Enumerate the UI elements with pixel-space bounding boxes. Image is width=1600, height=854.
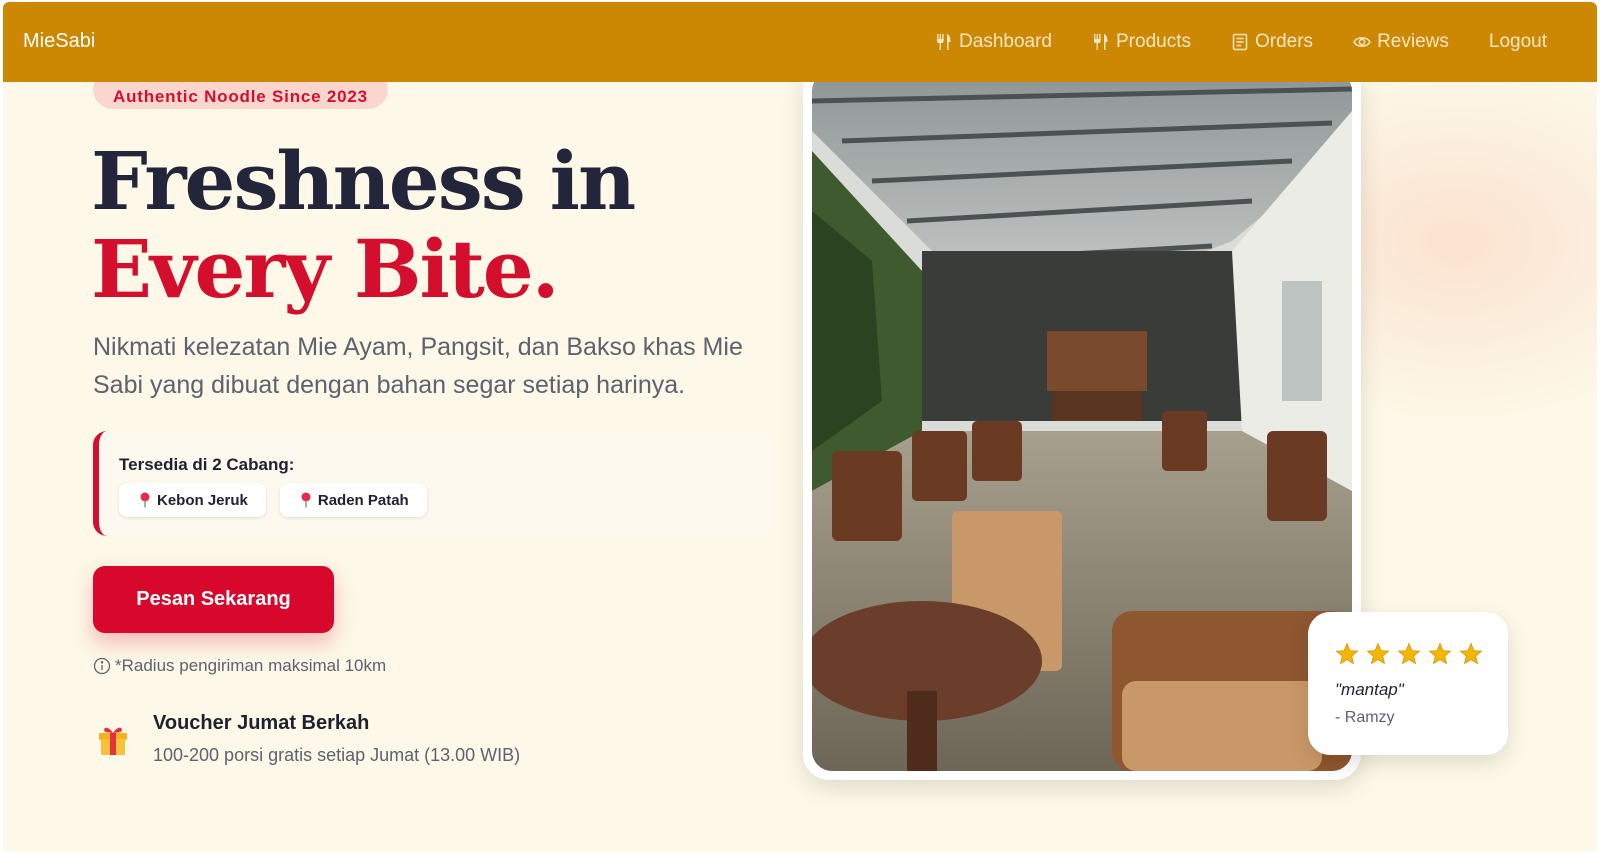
voucher-title: Voucher Jumat Berkah [153, 712, 370, 734]
voucher-text: Voucher Jumat Berkah 100-200 porsi grati… [153, 712, 520, 766]
hero-title-line2: Every Bite. [91, 222, 560, 316]
branch-chip-raden-patah[interactable]: Raden Patah [279, 483, 427, 517]
branch-chip-label: Raden Patah [317, 491, 409, 509]
restaurant-photo [812, 71, 1352, 771]
brand-logo[interactable]: MieSabi [23, 30, 95, 53]
nav-logout[interactable]: Logout [1489, 31, 1547, 53]
branches-label: Tersedia di 2 Cabang: [119, 455, 295, 474]
fork-knife-icon [937, 34, 951, 50]
voucher-subtitle: 100-200 porsi gratis setiap Jumat (13.00… [153, 745, 521, 765]
delivery-note: *Radius pengiriman maksimal 10km [93, 656, 386, 676]
nav-products[interactable]: Products [1092, 31, 1191, 53]
star-icon [1397, 642, 1421, 665]
hero-title-line1: Freshness in [91, 134, 636, 228]
pin-icon [140, 492, 150, 508]
receipt-icon [1232, 33, 1248, 51]
order-now-button[interactable]: Pesan Sekarang [93, 566, 334, 633]
branches-box: Tersedia di 2 Cabang: Kebon Jeruk Raden … [93, 431, 773, 536]
hero-title: Freshness in Every Bite. [91, 134, 636, 316]
fork-knife-icon [1094, 34, 1108, 50]
nav-orders-label: Orders [1254, 31, 1314, 52]
since-badge-text: Authentic Noodle Since 2023 [113, 87, 368, 106]
restaurant-photo-card [803, 62, 1361, 780]
branch-chips: Kebon Jeruk Raden Patah [119, 483, 427, 517]
eye-icon [1353, 37, 1371, 47]
nav-logout-label: Logout [1488, 31, 1547, 52]
delivery-note-text: *Radius pengiriman maksimal 10km [115, 656, 387, 675]
nav-reviews-label: Reviews [1377, 31, 1449, 52]
navbar: MieSabi Dashboard Products Orders Review… [3, 2, 1597, 82]
star-icon [1459, 642, 1483, 665]
star-icon [1335, 642, 1359, 665]
voucher-promo: Voucher Jumat Berkah 100-200 porsi grati… [97, 712, 520, 766]
nav-links: Dashboard Products Orders Reviews Logout [935, 2, 1547, 82]
nav-orders[interactable]: Orders [1231, 31, 1313, 53]
nav-reviews[interactable]: Reviews [1353, 31, 1449, 53]
gift-icon [99, 727, 127, 755]
nav-products-label: Products [1116, 31, 1191, 52]
branch-chip-kebon-jeruk[interactable]: Kebon Jeruk [119, 483, 266, 517]
hero-description: Nikmati kelezatan Mie Ayam, Pangsit, dan… [93, 333, 743, 399]
nav-dashboard[interactable]: Dashboard [935, 31, 1052, 53]
info-icon [93, 657, 111, 675]
pin-icon [301, 492, 311, 508]
review-card: "mantap" - Ramzy [1308, 612, 1508, 755]
star-icon [1428, 642, 1452, 665]
star-icon [1366, 642, 1390, 665]
nav-dashboard-label: Dashboard [959, 31, 1052, 52]
branch-chip-label: Kebon Jeruk [157, 491, 248, 509]
rating-stars [1335, 642, 1483, 666]
review-author: - Ramzy [1335, 709, 1395, 726]
review-quote: "mantap" [1335, 680, 1404, 699]
page-frame: MieSabi Dashboard Products Orders Review… [3, 2, 1597, 852]
